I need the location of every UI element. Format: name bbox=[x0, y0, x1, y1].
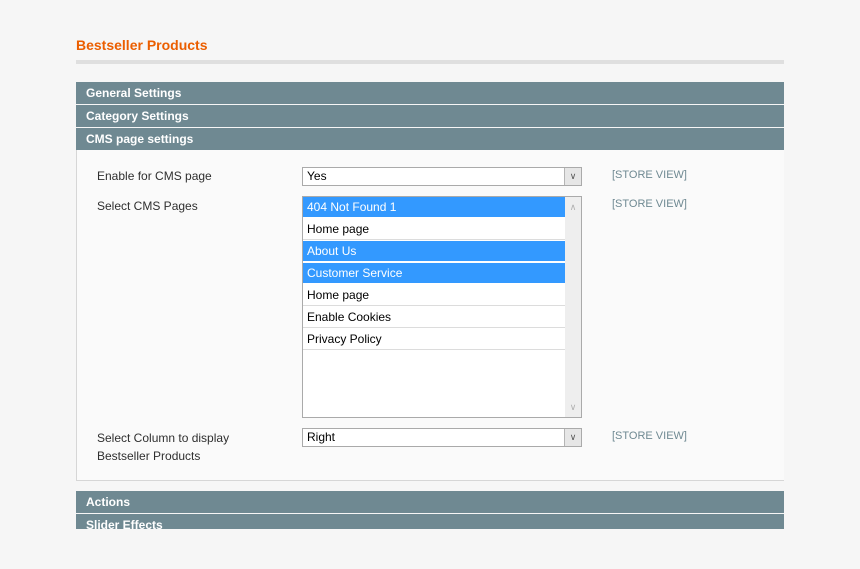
column-value: Right bbox=[307, 430, 336, 444]
enable-cms-scope: [STORE VIEW] bbox=[612, 169, 687, 181]
enable-cms-value: Yes bbox=[307, 169, 327, 183]
cms-page-option[interactable]: Home page bbox=[303, 285, 565, 306]
cms-pages-multiselect[interactable]: 404 Not Found 1 Home page About Us Custo… bbox=[302, 196, 582, 418]
cms-page-option[interactable]: Customer Service bbox=[303, 263, 565, 284]
cms-page-option[interactable]: 404 Not Found 1 bbox=[303, 197, 565, 218]
chevron-up-icon[interactable]: ∧ bbox=[565, 199, 581, 215]
title-divider bbox=[76, 60, 784, 64]
column-label-line1: Select Column to display bbox=[97, 431, 230, 445]
chevron-down-icon[interactable]: ∨ bbox=[564, 429, 581, 446]
section-cms-page-settings[interactable]: CMS page settings bbox=[76, 128, 784, 150]
enable-cms-label: Enable for CMS page bbox=[97, 169, 212, 183]
listbox-scrollbar[interactable]: ∧ ∨ bbox=[565, 197, 581, 417]
section-actions[interactable]: Actions bbox=[76, 491, 784, 513]
cms-page-option[interactable]: About Us bbox=[303, 241, 565, 262]
chevron-down-icon[interactable]: ∨ bbox=[564, 168, 581, 185]
cms-page-option[interactable]: Enable Cookies bbox=[303, 307, 565, 328]
cms-page-option[interactable]: Privacy Policy bbox=[303, 329, 565, 350]
section-general-settings[interactable]: General Settings bbox=[76, 82, 784, 104]
column-select[interactable]: Right ∨ bbox=[302, 428, 582, 447]
column-label-line2: Bestseller Products bbox=[97, 449, 201, 463]
section-category-settings[interactable]: Category Settings bbox=[76, 105, 784, 127]
column-scope: [STORE VIEW] bbox=[612, 430, 687, 442]
cms-pages-label: Select CMS Pages bbox=[97, 199, 198, 213]
section-slider-effects[interactable]: Slider Effects bbox=[76, 514, 784, 529]
page-title: Bestseller Products bbox=[76, 37, 208, 53]
cms-page-option[interactable]: Home page bbox=[303, 219, 565, 240]
cms-pages-scope: [STORE VIEW] bbox=[612, 198, 687, 210]
chevron-down-icon[interactable]: ∨ bbox=[565, 399, 581, 415]
enable-cms-select[interactable]: Yes ∨ bbox=[302, 167, 582, 186]
